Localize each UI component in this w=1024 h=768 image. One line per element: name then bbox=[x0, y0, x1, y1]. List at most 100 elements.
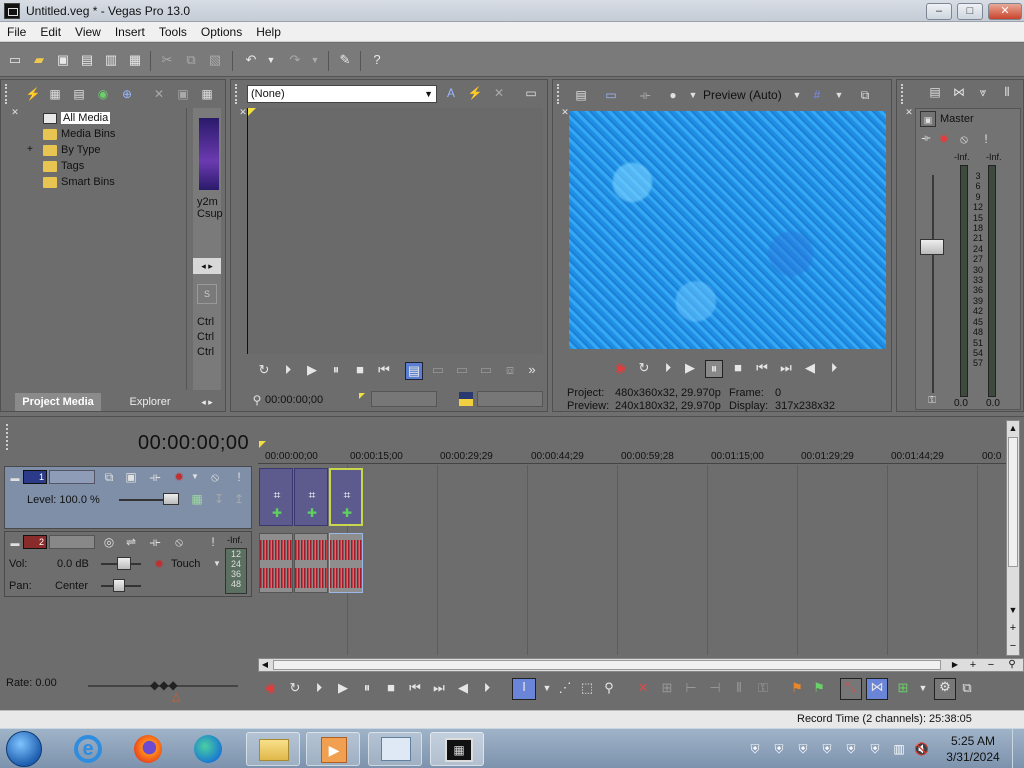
selection-tool-icon[interactable]: ⬚ bbox=[578, 680, 596, 698]
video-clip[interactable]: ⌗ ✚ bbox=[259, 468, 293, 526]
play-icon[interactable]: ▶ bbox=[681, 360, 699, 378]
vegas-pro-icon[interactable]: ▦ bbox=[430, 732, 484, 766]
scroll-left-icon[interactable]: ◀ bbox=[259, 659, 271, 671]
go-to-start-icon[interactable]: ⏮ bbox=[406, 680, 424, 698]
record-icon[interactable]: ◉ bbox=[262, 680, 280, 698]
whats-this-icon[interactable]: ? bbox=[368, 51, 386, 69]
smart-bin-icon[interactable]: S bbox=[197, 284, 217, 304]
capture-video-icon[interactable]: ▦ bbox=[47, 86, 63, 102]
menu-help[interactable]: Help bbox=[249, 22, 288, 40]
zoom-tool-icon[interactable]: ⚲ bbox=[600, 680, 618, 698]
master-fx-icon[interactable]: ✹ bbox=[936, 131, 952, 147]
event-fx-icon[interactable]: ✚ bbox=[269, 505, 285, 521]
save-as-icon[interactable]: ▤ bbox=[78, 51, 96, 69]
media-thumbnail[interactable] bbox=[199, 118, 219, 190]
crop-icon[interactable]: ⌗ bbox=[269, 487, 285, 503]
audio-clip[interactable] bbox=[294, 533, 328, 593]
trimmer-length-field[interactable] bbox=[477, 391, 543, 407]
audio-clip-selected[interactable] bbox=[329, 533, 363, 593]
stop-icon[interactable]: ■ bbox=[729, 360, 747, 378]
lock-icon[interactable]: ⚿ bbox=[924, 393, 940, 409]
render-icon[interactable]: ▥ bbox=[102, 51, 120, 69]
shield-icon[interactable]: ⛨ bbox=[844, 742, 858, 756]
firefox-icon[interactable] bbox=[122, 732, 176, 766]
audio-track-header[interactable]: ▬ 2 ◎ ⇌ ⟛ ⦸ ! -Inf. 12 24 36 48 Vol: 0.0… bbox=[4, 531, 252, 597]
trimmer-source-select[interactable]: (None) ▼ bbox=[247, 85, 437, 103]
invert-phase-icon[interactable]: ⇌ bbox=[123, 534, 139, 550]
chevron-down-icon[interactable]: ▼ bbox=[914, 680, 932, 698]
auto-ripple-icon[interactable]: ⤡ bbox=[840, 678, 862, 700]
scroll-thumb[interactable] bbox=[1008, 437, 1018, 567]
chevron-down-icon[interactable]: ▼ bbox=[187, 469, 203, 485]
chevron-down-icon[interactable]: ▼ bbox=[209, 556, 225, 572]
event-fx-icon[interactable]: ✚ bbox=[304, 505, 320, 521]
preview-properties-icon[interactable]: ▤ bbox=[573, 87, 589, 103]
crop-icon[interactable]: ⌗ bbox=[339, 487, 355, 503]
parent-composite-icon[interactable]: ▣ bbox=[123, 469, 139, 485]
trimmer-fx-icon[interactable]: ⚡ bbox=[467, 85, 483, 101]
playhead-marker[interactable] bbox=[259, 441, 266, 448]
zoom-in-icon[interactable]: + bbox=[967, 659, 979, 671]
previous-frame-icon[interactable]: ◀ bbox=[454, 680, 472, 698]
mute-icon[interactable]: ⦸ bbox=[171, 534, 187, 550]
go-to-start-icon[interactable]: ⏮ bbox=[375, 362, 393, 380]
pan-slider[interactable] bbox=[113, 579, 125, 592]
automation-icon[interactable]: ✹ bbox=[151, 556, 167, 572]
solo-icon[interactable]: ! bbox=[231, 469, 247, 485]
copy-snapshot-icon[interactable]: ⧉ bbox=[857, 87, 873, 103]
dim-output-icon[interactable]: ⩔ bbox=[975, 84, 991, 100]
play-from-start-icon[interactable]: ⏵ bbox=[279, 362, 297, 380]
trimmer-selection-field[interactable] bbox=[371, 391, 437, 407]
go-to-end-icon[interactable]: ⏭ bbox=[777, 360, 795, 378]
trim-icon[interactable]: ⊞ bbox=[658, 680, 676, 698]
automation-mode[interactable]: Touch bbox=[171, 558, 200, 571]
mixer-view-icon[interactable]: ⦀ bbox=[999, 84, 1015, 100]
lock-icon[interactable]: ⚿ bbox=[754, 680, 772, 698]
trimmer-fit-icon[interactable]: ▭ bbox=[477, 362, 495, 380]
media-scroll-arrows[interactable]: ◂ ▸ bbox=[193, 258, 221, 274]
downmix-icon[interactable]: ⋈ bbox=[951, 84, 967, 100]
track-motion-icon[interactable]: ⟛ bbox=[147, 469, 163, 485]
tree-item-tags[interactable]: Tags bbox=[43, 158, 84, 174]
tab-scroll-arrows[interactable]: ◂ ▸ bbox=[191, 393, 223, 411]
internet-explorer-icon[interactable]: e bbox=[62, 732, 116, 766]
chevron-down-icon[interactable]: ▼ bbox=[831, 87, 847, 103]
network-icon[interactable]: ▥ bbox=[892, 742, 906, 756]
trimmer-split-icon[interactable]: ⧈ bbox=[501, 362, 519, 380]
pause-icon[interactable]: ⏸ bbox=[358, 680, 376, 698]
trimmer-marker-icon[interactable] bbox=[459, 392, 473, 406]
expand-toggle[interactable]: + bbox=[27, 142, 33, 158]
next-frame-icon[interactable]: ⏵ bbox=[478, 680, 496, 698]
start-orb-icon[interactable] bbox=[6, 731, 42, 767]
chevron-down-icon[interactable]: ▼ bbox=[538, 680, 556, 698]
arm-record-icon[interactable]: ◎ bbox=[101, 534, 117, 550]
tree-item-media-bins[interactable]: Media Bins bbox=[43, 126, 115, 142]
preview-quality-select[interactable]: Preview (Auto) bbox=[703, 89, 782, 102]
video-preview-frame[interactable] bbox=[569, 111, 886, 349]
trim-start-icon[interactable]: ⊢ bbox=[682, 680, 700, 698]
menu-view[interactable]: View bbox=[68, 22, 108, 40]
trimmer-display-icon[interactable]: ▭ bbox=[523, 85, 539, 101]
timeline-grip[interactable] bbox=[6, 424, 9, 450]
shield-icon[interactable]: ⛨ bbox=[772, 742, 786, 756]
stop-icon[interactable]: ■ bbox=[382, 680, 400, 698]
tree-item-smart-bins[interactable]: Smart Bins bbox=[43, 174, 115, 190]
mute-icon[interactable]: ⦸ bbox=[207, 469, 223, 485]
get-media-web-icon[interactable]: ◉ bbox=[95, 86, 111, 102]
pane-grip[interactable] bbox=[901, 84, 904, 104]
chevron-down-icon[interactable]: ▼ bbox=[789, 87, 805, 103]
trimmer-add-icon[interactable]: ▤ bbox=[405, 362, 423, 380]
zoom-tool-icon[interactable]: ⚲ bbox=[1005, 659, 1019, 671]
edge-icon[interactable] bbox=[182, 732, 236, 766]
shield-icon[interactable]: ⛨ bbox=[868, 742, 882, 756]
crop-icon[interactable]: ⌗ bbox=[304, 487, 320, 503]
lock-envelopes-icon[interactable]: ⚙ bbox=[934, 678, 956, 700]
menu-tools[interactable]: Tools bbox=[152, 22, 194, 40]
minimize-track-icon[interactable]: ▬ bbox=[7, 470, 23, 486]
make-parent-icon[interactable]: ↥ bbox=[231, 491, 247, 507]
snapping-icon[interactable]: ⊞ bbox=[894, 680, 912, 698]
show-desktop-button[interactable] bbox=[1012, 729, 1024, 768]
cut-icon[interactable]: ✂ bbox=[158, 51, 176, 69]
redo-dropdown-icon[interactable]: ▼ bbox=[306, 51, 324, 69]
undo-dropdown-icon[interactable]: ▼ bbox=[262, 51, 280, 69]
